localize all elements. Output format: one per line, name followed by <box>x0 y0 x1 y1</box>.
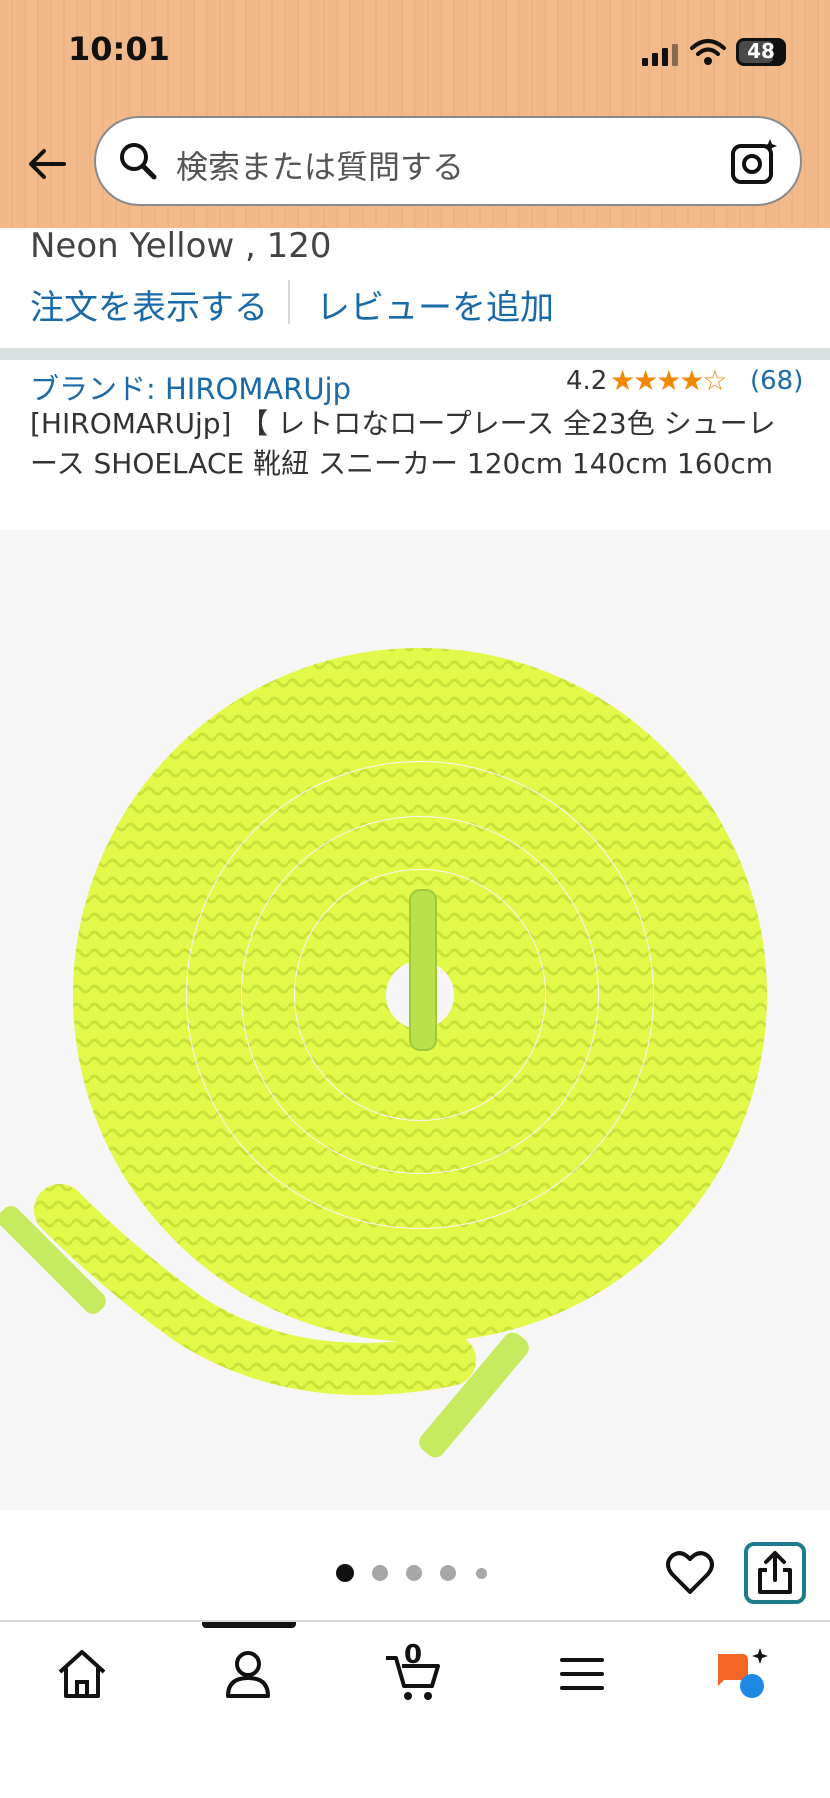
menu-icon[interactable] <box>552 1644 612 1704</box>
shoelace-image <box>0 648 767 1458</box>
rating-value: 4.2 <box>566 366 608 396</box>
link-separator <box>288 280 290 324</box>
back-arrow-icon[interactable] <box>24 140 72 188</box>
share-icon <box>758 1551 792 1594</box>
product-image[interactable] <box>0 530 830 1510</box>
search-placeholder: 検索または質問する <box>176 148 465 186</box>
brand-link[interactable]: ブランド: HIROMARUjp <box>30 366 351 408</box>
rating-stars-icon: ★★★★☆ <box>610 364 728 397</box>
pager-dot[interactable] <box>440 1565 456 1581</box>
pager-dot[interactable] <box>372 1565 388 1581</box>
pager-dot[interactable] <box>476 1568 487 1579</box>
cart-count-badge: 0 <box>404 1640 423 1670</box>
product-title: [HIROMARUjp] 【 レトロなロープレース 全23色 シューレース SH… <box>30 407 776 480</box>
pager-dot-active[interactable] <box>336 1564 354 1582</box>
wishlist-heart-icon[interactable] <box>664 1546 716 1598</box>
add-review-link[interactable]: レビューを追加 <box>316 280 554 329</box>
camera-search-icon[interactable] <box>728 136 780 188</box>
signal-icon <box>642 44 682 66</box>
active-tab-indicator <box>202 1622 296 1628</box>
rufus-ai-icon[interactable] <box>712 1644 772 1704</box>
rating-count: (68) <box>750 366 804 396</box>
battery-level: 48 <box>747 39 775 63</box>
view-order-link[interactable]: 注文を表示する <box>30 280 268 329</box>
battery-icon: 48 <box>736 38 786 66</box>
share-button[interactable] <box>744 1542 806 1604</box>
variant-label: Neon Yellow , 120 <box>30 226 332 266</box>
image-pager[interactable] <box>336 1564 496 1588</box>
status-time: 10:01 <box>68 30 170 68</box>
home-icon[interactable] <box>52 1644 112 1704</box>
pager-dot[interactable] <box>406 1565 422 1581</box>
search-icon <box>120 143 157 180</box>
search-input[interactable]: 検索または質問する <box>94 116 802 206</box>
account-icon[interactable] <box>218 1644 278 1704</box>
section-divider <box>0 348 830 360</box>
wifi-icon <box>690 39 726 65</box>
